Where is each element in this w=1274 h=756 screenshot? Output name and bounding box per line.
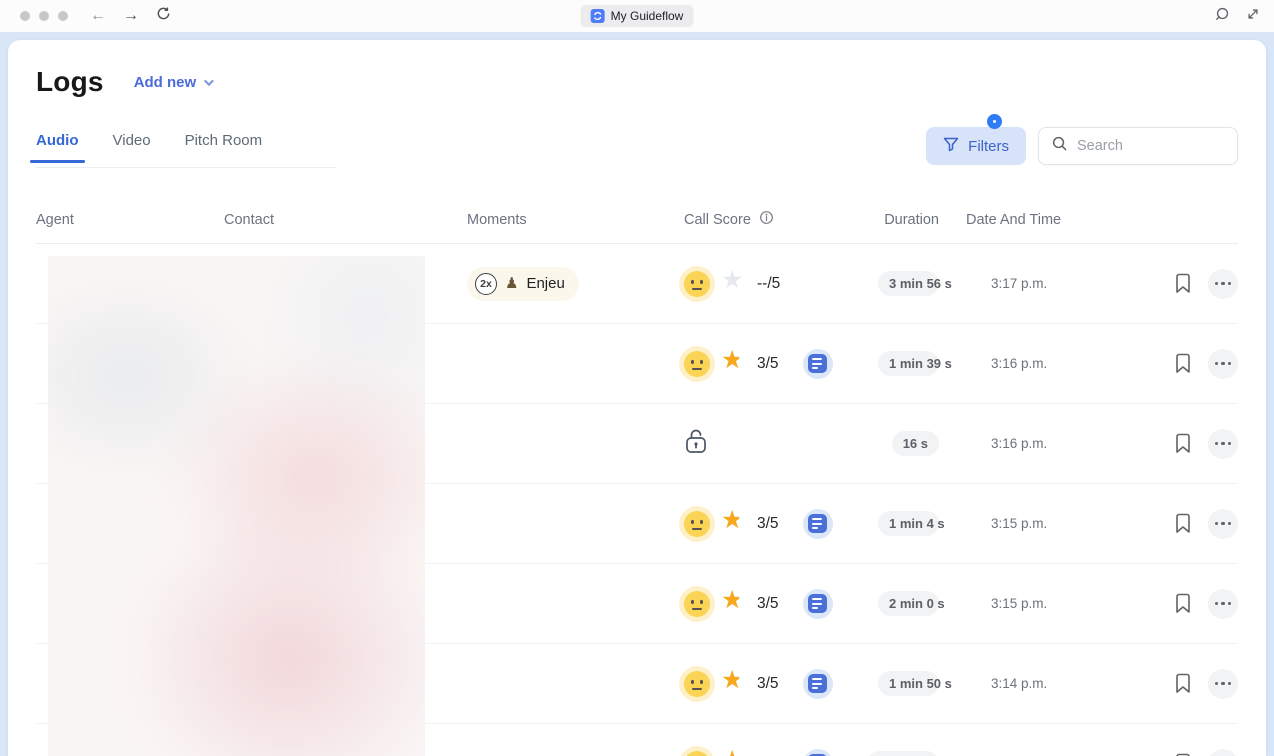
filters-button[interactable]: Filters [926,127,1026,165]
link-icon[interactable] [1215,6,1230,26]
transcript-icon[interactable] [803,509,833,539]
browser-tab[interactable]: My Guideflow [581,5,694,27]
window-controls[interactable] [20,11,68,21]
call-score-value: --/5 [757,275,780,293]
tab-audio[interactable]: Audio [36,132,79,163]
more-options-button[interactable] [1208,589,1238,619]
duration-badge: 16 s [892,431,939,456]
duration-badge [867,751,939,756]
reload-icon[interactable] [156,6,171,26]
duration-badge: 1 min 50 s [878,671,939,696]
expand-icon[interactable] [1246,7,1260,26]
col-header-call-score: Call Score [684,212,751,228]
call-time: 3:16 p.m. [948,436,1102,451]
window-dot[interactable] [58,11,68,21]
col-header-agent: Agent [36,212,224,228]
transcript-icon[interactable] [803,349,833,379]
star-icon: ★★ [721,271,747,297]
more-options-button[interactable] [1208,749,1238,756]
moment-label: Enjeu [526,275,564,292]
more-options-button[interactable] [1208,669,1238,699]
call-score-value: 3/5 [757,675,779,693]
neutral-face-icon [684,271,710,297]
moment-chip[interactable]: 2x ♟ Enjeu [467,267,579,301]
transcript-icon[interactable] [803,669,833,699]
browser-tab-title: My Guideflow [611,9,684,23]
info-icon[interactable] [759,210,774,229]
tab-bar: Audio Video Pitch Room [36,124,262,168]
duration-badge: 3 min 56 s [878,271,939,296]
window-dot[interactable] [39,11,49,21]
window-dot[interactable] [20,11,30,21]
more-options-button[interactable] [1208,509,1238,539]
star-icon: ★★ [721,671,747,697]
col-header-date-time: Date And Time [948,212,1102,228]
guideflow-logo-icon [591,9,605,23]
table-header-row: Agent Contact Moments Call Score Duratio… [36,196,1238,244]
call-time: 3:14 p.m. [948,676,1102,691]
tab-video[interactable]: Video [113,132,151,163]
star-icon: ★★ [721,591,747,617]
bookmark-icon[interactable] [1174,353,1192,375]
col-header-contact: Contact [224,212,463,228]
transcript-icon[interactable] [803,749,833,756]
bookmark-icon[interactable] [1174,593,1192,615]
more-options-button[interactable] [1208,269,1238,299]
call-score-value: 3/5 [757,515,779,533]
call-time: 3:16 p.m. [948,356,1102,371]
page-title: Logs [36,66,104,98]
call-time: 3:15 p.m. [948,596,1102,611]
more-options-button[interactable] [1208,429,1238,459]
bookmark-icon[interactable] [1174,513,1192,535]
add-new-button[interactable]: Add new [134,74,212,91]
back-icon[interactable]: ← [90,8,106,24]
duration-badge: 1 min 4 s [878,511,939,536]
call-score-value: 3/5 [757,595,779,613]
neutral-face-icon [684,351,710,377]
bookmark-icon[interactable] [1174,433,1192,455]
search-input[interactable] [1077,138,1207,154]
chevron-down-icon [204,76,214,86]
bookmark-icon[interactable] [1174,273,1192,295]
star-icon: ★★ [721,511,747,537]
neutral-face-icon [684,511,710,537]
bookmark-icon[interactable] [1174,673,1192,695]
lock-icon [684,427,708,460]
forward-icon[interactable]: → [123,8,139,24]
page-background: Logs Add new Audio Video Pitch Room [0,32,1274,756]
col-header-moments: Moments [463,212,678,228]
duration-badge: 2 min 0 s [878,591,939,616]
star-icon: ★★ [721,751,747,756]
tab-pitch-room[interactable]: Pitch Room [185,132,263,163]
blurred-agent-contact-area [48,256,425,756]
add-new-label: Add new [134,74,197,91]
filter-funnel-icon [943,136,959,156]
moment-count-badge: 2x [475,273,497,295]
bookmark-icon[interactable] [1174,753,1192,756]
neutral-face-icon [684,591,710,617]
browser-bar: ← → My Guideflow [0,0,1274,32]
neutral-face-icon [684,671,710,697]
filters-label: Filters [968,138,1009,155]
neutral-face-icon [684,751,710,756]
moment-emoji-icon: ♟ [505,276,518,291]
col-header-duration: Duration [878,212,948,228]
duration-badge: 1 min 39 s [878,351,939,376]
logs-panel: Logs Add new Audio Video Pitch Room [8,40,1266,756]
transcript-icon[interactable] [803,589,833,619]
call-time: 3:17 p.m. [948,276,1102,291]
search-box[interactable] [1038,127,1238,165]
more-options-button[interactable] [1208,349,1238,379]
call-time: 3:15 p.m. [948,516,1102,531]
call-score-value: 3/5 [757,355,779,373]
star-icon: ★★ [721,351,747,377]
search-icon [1051,135,1068,157]
